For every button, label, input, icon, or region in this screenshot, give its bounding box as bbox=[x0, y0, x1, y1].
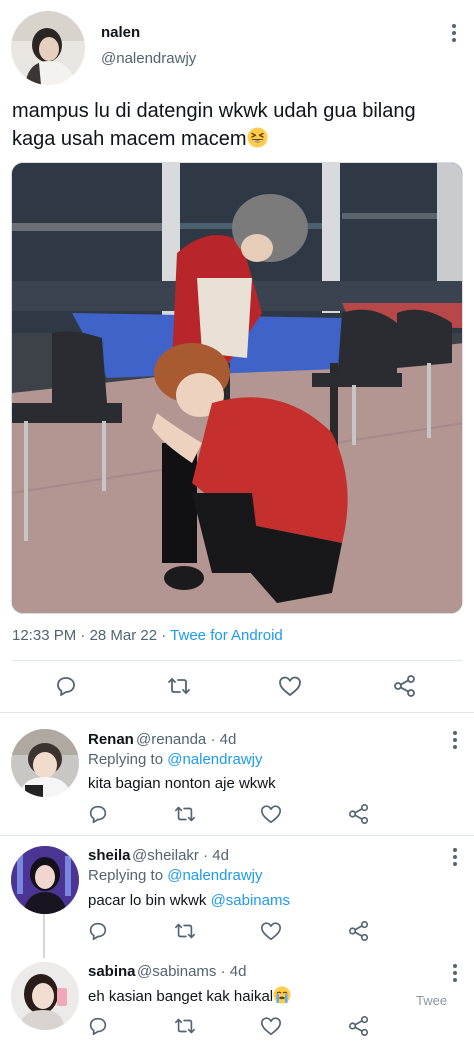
reply-author-name[interactable]: sabina bbox=[88, 963, 136, 980]
tweet-photo[interactable] bbox=[11, 162, 463, 614]
meta-separator-2: · bbox=[157, 627, 171, 644]
divider bbox=[0, 712, 474, 713]
meta-separator: · bbox=[216, 963, 230, 980]
reply-age: 4d bbox=[212, 847, 229, 864]
author-handle[interactable]: @nalendrawjy bbox=[101, 50, 196, 67]
divider bbox=[0, 835, 474, 836]
reply-age: 4d bbox=[219, 731, 237, 748]
reply-author-meta: @sheilakr · 4d bbox=[132, 847, 229, 864]
tweet-text-content: mampus lu di datengin wkwk udah gua bila… bbox=[12, 100, 416, 150]
reply-author-handle[interactable]: @sheilakr bbox=[132, 847, 199, 864]
author-avatar[interactable] bbox=[11, 11, 85, 85]
retweet-icon[interactable] bbox=[173, 802, 197, 826]
reply-text: pacar lo bin wkwk @sabinams bbox=[88, 892, 290, 909]
retweet-icon[interactable] bbox=[173, 919, 197, 943]
reply-icon[interactable] bbox=[86, 919, 110, 943]
mention-link[interactable]: @sabinams bbox=[211, 892, 290, 909]
reply-text-content: eh kasian banget kak haikal bbox=[88, 988, 274, 1005]
reply-author-name[interactable]: sheila bbox=[88, 847, 131, 864]
reply-avatar[interactable] bbox=[11, 729, 79, 797]
grinning-squinting-face-icon bbox=[247, 127, 268, 148]
reply-author-name[interactable]: Renan bbox=[88, 731, 134, 748]
reply-text: eh kasian banget kak haikal bbox=[88, 986, 291, 1005]
reply-avatar[interactable] bbox=[11, 962, 79, 1030]
reply-avatar[interactable] bbox=[11, 846, 79, 914]
replying-label: Replying to bbox=[88, 867, 168, 884]
loudly-crying-face-icon bbox=[273, 986, 291, 1004]
share-icon[interactable] bbox=[347, 802, 371, 826]
replying-to: Replying to @nalendrawjy bbox=[88, 751, 263, 768]
share-icon[interactable] bbox=[347, 1014, 371, 1038]
like-icon[interactable] bbox=[259, 802, 283, 826]
tweet-time: 12:33 PM bbox=[12, 627, 77, 644]
like-icon[interactable] bbox=[277, 673, 303, 699]
replying-to-link[interactable]: @nalendrawjy bbox=[167, 867, 262, 884]
meta-separator: · bbox=[76, 627, 90, 644]
share-icon[interactable] bbox=[347, 919, 371, 943]
reply-age: 4d bbox=[229, 963, 247, 980]
translate-label[interactable]: Twee bbox=[416, 993, 447, 1008]
reply-icon[interactable] bbox=[86, 1014, 110, 1038]
meta-separator: · bbox=[206, 731, 220, 748]
more-icon[interactable] bbox=[452, 848, 458, 866]
author-name[interactable]: nalen bbox=[101, 24, 140, 41]
share-icon[interactable] bbox=[392, 673, 418, 699]
reply-icon[interactable] bbox=[86, 802, 110, 826]
reply-text: kita bagian nonton aje wkwk bbox=[88, 775, 276, 792]
meta-separator: · bbox=[198, 847, 213, 864]
replying-to: Replying to @nalendrawjy bbox=[88, 867, 263, 884]
thread-line bbox=[43, 914, 45, 958]
like-icon[interactable] bbox=[259, 1014, 283, 1038]
retweet-icon[interactable] bbox=[173, 1014, 197, 1038]
tweet-text: mampus lu di datengin wkwk udah gua bila… bbox=[12, 97, 462, 153]
reply-author-meta: @renanda · 4d bbox=[136, 731, 236, 748]
like-icon[interactable] bbox=[259, 919, 283, 943]
tweet-meta: 12:33 PM · 28 Mar 22 · Twee for Android bbox=[12, 627, 283, 644]
more-icon[interactable] bbox=[451, 24, 457, 42]
reply-author-handle[interactable]: @renanda bbox=[136, 731, 206, 748]
tweet-source-link[interactable]: Twee for Android bbox=[170, 627, 283, 644]
divider bbox=[12, 660, 462, 661]
reply-icon[interactable] bbox=[53, 673, 79, 699]
replying-label: Replying to bbox=[88, 751, 168, 768]
retweet-icon[interactable] bbox=[166, 673, 192, 699]
reply-text-content: pacar lo bin wkwk bbox=[88, 892, 211, 909]
reply-author-meta: @sabinams · 4d bbox=[137, 963, 246, 980]
reply-author-handle[interactable]: @sabinams bbox=[137, 963, 216, 980]
tweet-date: 28 Mar 22 bbox=[89, 627, 158, 644]
more-icon[interactable] bbox=[452, 964, 458, 982]
replying-to-link[interactable]: @nalendrawjy bbox=[167, 751, 262, 768]
more-icon[interactable] bbox=[452, 731, 458, 749]
